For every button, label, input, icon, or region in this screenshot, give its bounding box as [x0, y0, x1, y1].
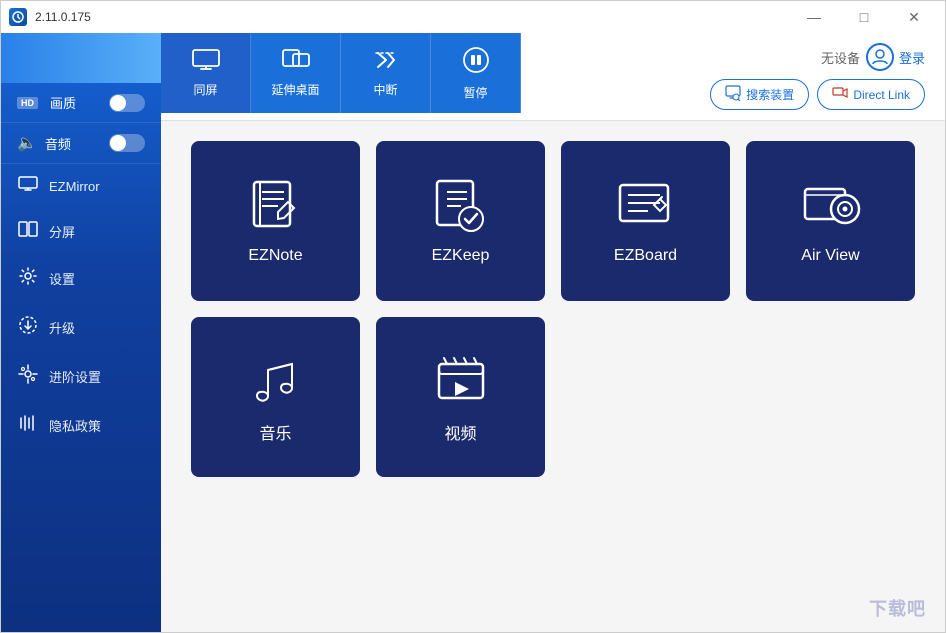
search-device-icon: [725, 85, 741, 104]
interrupt-tab-icon: [372, 49, 400, 77]
ezmirror-icon: [17, 176, 39, 197]
privacy-icon: [17, 413, 39, 438]
app-card-airview[interactable]: Air View: [746, 141, 915, 301]
splitscreen-icon: [17, 221, 39, 242]
title-bar-left: 2.11.0.175: [9, 8, 91, 26]
tab-interrupt-label: 中断: [373, 81, 397, 98]
tab-mirror[interactable]: 同屏: [161, 33, 251, 113]
watermark: 下载吧: [869, 595, 926, 621]
tab-pause-label: 暂停: [463, 84, 487, 101]
sidebar-item-settings-label: 设置: [49, 269, 75, 288]
audio-toggle-knob: [110, 135, 126, 151]
tab-extend[interactable]: 延伸桌面: [251, 33, 341, 113]
hd-badge: HD: [17, 97, 38, 109]
sidebar-item-ezmirror[interactable]: EZMirror: [1, 164, 161, 209]
ezboard-icon: [616, 177, 676, 237]
tab-mirror-label: 同屏: [193, 81, 217, 98]
quality-toggle[interactable]: [109, 94, 145, 112]
quality-label: 画质: [50, 93, 76, 112]
audio-icon: 🔈: [17, 133, 37, 153]
advanced-icon: [17, 364, 39, 389]
search-device-button[interactable]: 搜索装置: [710, 79, 809, 110]
app-card-ezboard[interactable]: EZBoard: [561, 141, 730, 301]
app-card-eznote[interactable]: EZNote: [191, 141, 360, 301]
music-icon: [246, 350, 306, 410]
tab-pause[interactable]: 暂停: [431, 33, 521, 113]
eznote-icon: [246, 177, 306, 237]
quality-toggle-knob: [110, 95, 126, 111]
tab-extend-label: 延伸桌面: [271, 81, 319, 98]
app-window: 2.11.0.175 — □ ✕ HD 画质 🔈: [0, 0, 946, 633]
quality-control[interactable]: HD 画质: [1, 83, 161, 123]
title-controls: — □ ✕: [791, 1, 937, 33]
ezkeep-icon: [431, 177, 491, 237]
sidebar-item-privacy-label: 隐私政策: [49, 416, 101, 435]
upgrade-icon: [17, 315, 39, 340]
ezboard-label: EZBoard: [614, 247, 677, 265]
app-icon: [9, 8, 27, 26]
audio-toggle[interactable]: [109, 134, 145, 152]
ezkeep-label: EZKeep: [432, 247, 490, 265]
maximize-button[interactable]: □: [841, 1, 887, 33]
app-grid-row1: EZNote EZKeep: [191, 141, 915, 301]
search-device-label: 搜索装置: [746, 86, 794, 103]
tab-interrupt[interactable]: 中断: [341, 33, 431, 113]
direct-link-label: Direct Link: [853, 88, 910, 102]
sidebar-brand: [1, 33, 161, 83]
pause-tab-icon: [462, 46, 490, 80]
content-area: 同屏 延伸桌面: [161, 33, 945, 632]
extend-tab-icon: [282, 49, 310, 77]
tab-bar: 同屏 延伸桌面: [161, 33, 521, 113]
sidebar: HD 画质 🔈 音频: [1, 33, 161, 632]
sidebar-item-ezmirror-label: EZMirror: [49, 179, 100, 194]
app-card-ezkeep[interactable]: EZKeep: [376, 141, 545, 301]
sidebar-item-upgrade[interactable]: 升级: [1, 303, 161, 352]
airview-label: Air View: [801, 247, 859, 265]
sidebar-item-splitscreen-label: 分屏: [49, 222, 75, 241]
settings-icon: [17, 266, 39, 291]
mirror-tab-icon: [192, 49, 220, 77]
direct-link-icon: [832, 85, 848, 104]
video-icon: [431, 350, 491, 410]
sidebar-item-advanced[interactable]: 进阶设置: [1, 352, 161, 401]
app-grid-container: EZNote EZKeep: [161, 121, 945, 632]
header-actions: 搜索装置 Direct Link: [710, 79, 925, 110]
sidebar-item-advanced-label: 进阶设置: [49, 367, 101, 386]
audio-label: 音频: [45, 134, 71, 153]
app-grid-row2: 音乐: [191, 317, 915, 477]
no-device-text: 无设备: [821, 48, 860, 67]
close-button[interactable]: ✕: [891, 1, 937, 33]
login-label: 登录: [899, 48, 925, 67]
app-card-video[interactable]: 视频: [376, 317, 545, 477]
login-avatar-icon: [866, 43, 894, 71]
airview-icon: [801, 177, 861, 237]
title-bar: 2.11.0.175 — □ ✕: [1, 1, 945, 33]
app-card-music[interactable]: 音乐: [191, 317, 360, 477]
sidebar-nav: EZMirror 分屏: [1, 164, 161, 632]
login-button[interactable]: 登录: [866, 43, 925, 71]
main-layout: HD 画质 🔈 音频: [1, 33, 945, 632]
sidebar-item-settings[interactable]: 设置: [1, 254, 161, 303]
header-right: 无设备 登录: [690, 33, 945, 120]
audio-control[interactable]: 🔈 音频: [1, 123, 161, 164]
sidebar-item-upgrade-label: 升级: [49, 318, 75, 337]
login-row: 无设备 登录: [821, 43, 925, 71]
music-label: 音乐: [259, 420, 291, 444]
eznote-label: EZNote: [248, 247, 302, 265]
sidebar-item-privacy[interactable]: 隐私政策: [1, 401, 161, 450]
minimize-button[interactable]: —: [791, 1, 837, 33]
video-label: 视频: [444, 420, 476, 444]
sidebar-item-splitscreen[interactable]: 分屏: [1, 209, 161, 254]
top-bar: 同屏 延伸桌面: [161, 33, 945, 121]
app-title: 2.11.0.175: [35, 10, 91, 24]
direct-link-button[interactable]: Direct Link: [817, 79, 925, 110]
